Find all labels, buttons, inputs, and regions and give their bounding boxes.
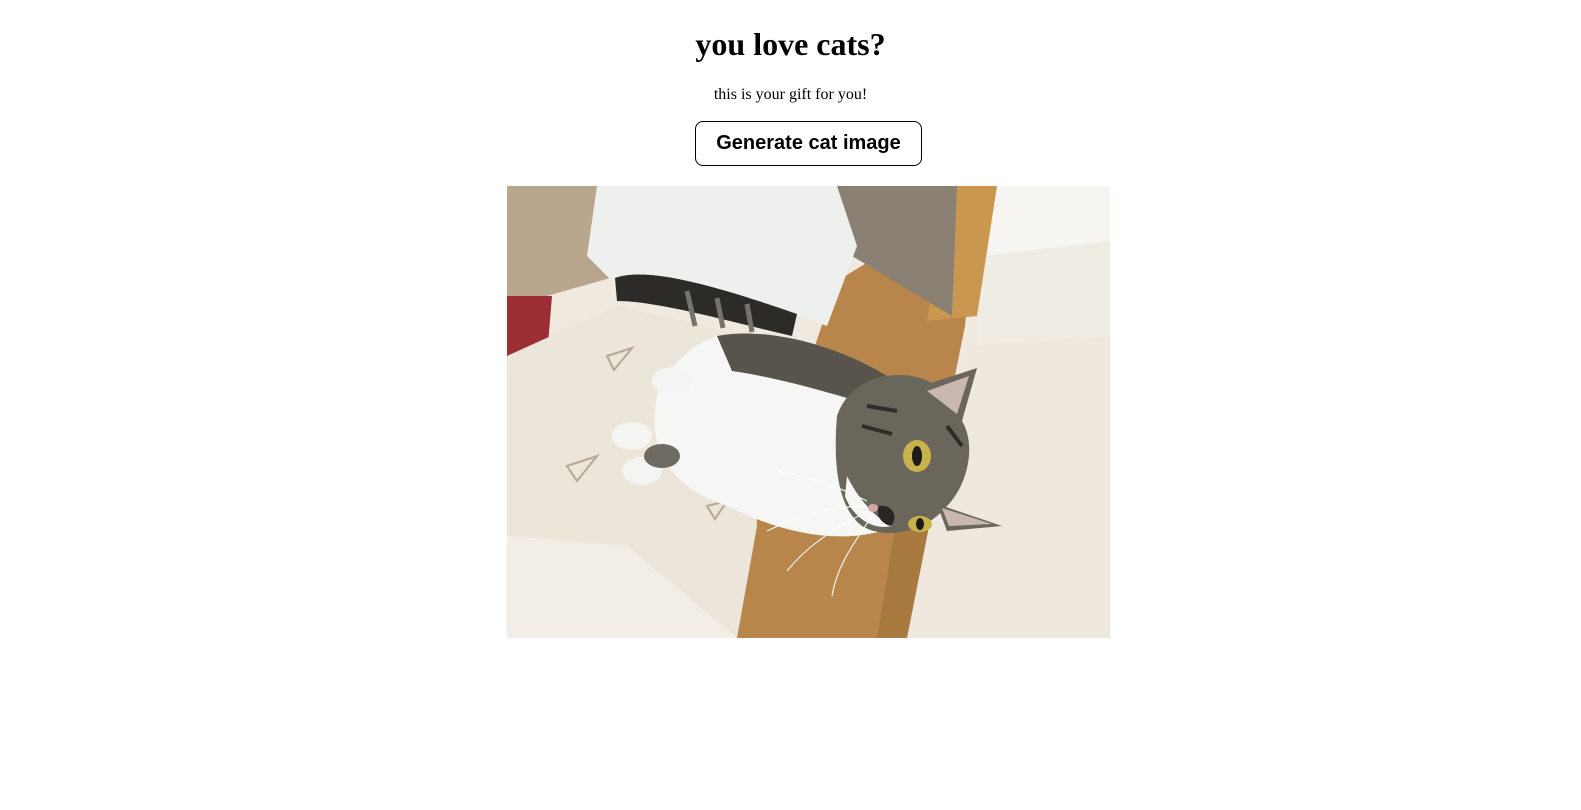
cat-image (507, 186, 1110, 638)
cat-photo-illustration (507, 186, 1110, 638)
page-subtitle: this is your gift for you! (713, 86, 868, 103)
generate-cat-image-button[interactable]: Generate cat image (695, 121, 922, 166)
page-title: you love cats? (695, 26, 886, 62)
page: you love cats? this is your gift for you… (0, 0, 1581, 810)
